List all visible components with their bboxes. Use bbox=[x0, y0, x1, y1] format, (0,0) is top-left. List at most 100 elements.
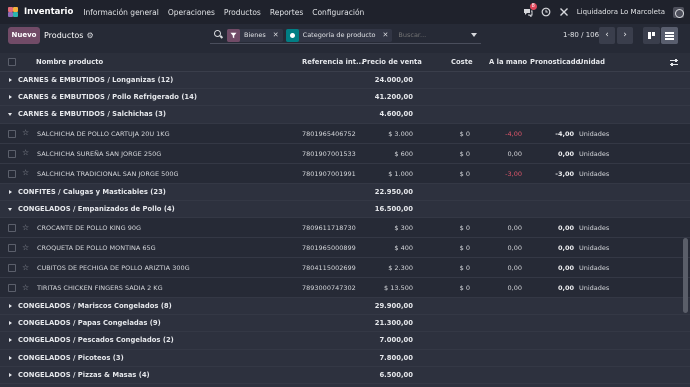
gear-icon[interactable]: ⚙ bbox=[86, 28, 93, 44]
caret-right-icon[interactable] bbox=[9, 95, 12, 100]
favorite-star-icon[interactable]: ☆ bbox=[22, 169, 30, 177]
scrollbar[interactable] bbox=[683, 238, 688, 313]
table-row[interactable]: ☆ SALCHICHA DE POLLO CARTUJA 20U 1KG 78019… bbox=[0, 123, 690, 144]
product-name: SALCHICHA SUREÑA SAN JORGE 250G bbox=[37, 149, 162, 158]
list-icon bbox=[665, 32, 674, 40]
group-label: CONGELADOS / Picoteos (3) bbox=[18, 353, 124, 362]
optional-columns-icon[interactable] bbox=[670, 59, 678, 66]
search-dropdown-toggle-icon[interactable] bbox=[471, 33, 477, 37]
caret-right-icon[interactable] bbox=[9, 355, 12, 360]
column-on-hand[interactable]: A la mano bbox=[489, 53, 527, 72]
column-reference[interactable]: Referencia int... bbox=[302, 53, 364, 72]
column-unit[interactable]: Unidad bbox=[578, 53, 605, 72]
activity-clock-icon[interactable] bbox=[541, 7, 551, 17]
group-row[interactable]: CARNES & EMBUTIDOS / Longanizas (12) 24.0… bbox=[0, 72, 690, 90]
table-row[interactable]: ☆ TIRITAS CHICKEN FINGERS SADIA 2 KG 78930… bbox=[0, 278, 690, 298]
group-row[interactable]: CONGELADOS / Picoteos (3) 7.800,00 bbox=[0, 349, 690, 367]
menu-item-operaciones[interactable]: Operaciones bbox=[168, 8, 215, 17]
group-row[interactable]: CONGELADOS / Mariscos Congelados (8) 29.9… bbox=[0, 298, 690, 316]
row-checkbox[interactable] bbox=[8, 224, 16, 232]
table-row[interactable]: ☆ SALCHICHA TRADICIONAL SAN JORGE 500G 780… bbox=[0, 163, 690, 184]
group-row[interactable]: CONGELADOS / Pescados Congelados (2) 7.00… bbox=[0, 332, 690, 350]
table-row[interactable]: ☆ CROQUETA DE POLLO MONTINA 65G 7801965000… bbox=[0, 238, 690, 258]
column-sale-price[interactable]: Precio de venta bbox=[362, 53, 422, 72]
group-row[interactable]: CONGELADOS / Pizzas & Masas (4) 6.500,00 bbox=[0, 366, 690, 384]
group-row[interactable]: CONFITES / Calugas y Masticables (23) 22.… bbox=[0, 183, 690, 201]
apps-menu-icon[interactable] bbox=[8, 7, 18, 17]
caret-right-icon[interactable] bbox=[9, 78, 12, 83]
search-input[interactable] bbox=[398, 31, 469, 39]
kanban-view-button[interactable] bbox=[643, 27, 660, 44]
favorite-star-icon[interactable]: ☆ bbox=[22, 243, 30, 252]
favorite-star-icon[interactable]: ☆ bbox=[22, 129, 30, 137]
product-forecast: -3,00 bbox=[555, 169, 574, 178]
favorite-star-icon[interactable]: ☆ bbox=[22, 149, 30, 157]
product-forecast: 0,00 bbox=[557, 264, 574, 272]
row-checkbox[interactable] bbox=[8, 264, 16, 272]
pager-next-button[interactable]: › bbox=[617, 27, 633, 44]
group-row[interactable]: CONGELADOS / Papas Congeladas (9) 21.300,… bbox=[0, 315, 690, 333]
row-checkbox[interactable] bbox=[8, 284, 16, 292]
product-name: SALCHICHA TRADICIONAL SAN JORGE 500G bbox=[37, 169, 179, 178]
group-label: CARNES & EMBUTIDOS / Pollo Refrigerado (… bbox=[18, 93, 197, 102]
new-button[interactable]: Nuevo bbox=[8, 27, 40, 44]
favorite-star-icon[interactable]: ☆ bbox=[22, 223, 30, 232]
company-switcher[interactable]: Liquidadora Lo Marcoleta bbox=[577, 8, 665, 16]
list-view-button[interactable] bbox=[661, 27, 678, 44]
caret-right-icon[interactable] bbox=[9, 372, 12, 377]
group-label: CARNES & EMBUTIDOS / Longanizas (12) bbox=[18, 76, 174, 85]
menu-item-informacion-general[interactable]: Información general bbox=[83, 8, 159, 17]
app-name[interactable]: Inventario bbox=[24, 7, 73, 17]
favorite-star-icon[interactable]: ☆ bbox=[22, 283, 30, 292]
group-label: CONFITES / Calugas y Masticables (23) bbox=[18, 187, 166, 196]
column-name[interactable]: Nombre producto bbox=[36, 53, 103, 72]
column-forecast[interactable]: Pronosticado bbox=[530, 53, 580, 72]
product-reference: 7893000747302 bbox=[302, 284, 356, 292]
product-name: SALCHICHA DE POLLO CARTUJA 20U 1KG bbox=[37, 129, 170, 138]
product-reference: 7801965406752 bbox=[302, 129, 356, 138]
table-row[interactable]: ☆ CROCANTE DE POLLO KING 90G 7809611718730… bbox=[0, 218, 690, 238]
group-total: 4.600,00 bbox=[379, 110, 413, 119]
tools-icon[interactable] bbox=[559, 7, 569, 17]
search-bar[interactable]: Bienes ✕ Categoría de producto ✕ bbox=[210, 27, 481, 44]
product-unit: Unidades bbox=[579, 284, 610, 292]
caret-right-icon[interactable] bbox=[9, 304, 12, 309]
control-panel: Nuevo Productos ⚙ Bienes ✕ Categoría de … bbox=[0, 24, 690, 48]
row-checkbox[interactable] bbox=[8, 244, 16, 252]
product-cost: $ 0 bbox=[459, 284, 470, 292]
caret-right-icon[interactable] bbox=[9, 321, 12, 326]
row-checkbox[interactable] bbox=[8, 149, 16, 158]
group-row[interactable]: CARNES & EMBUTIDOS / Salchichas (3) 4.600… bbox=[0, 106, 690, 124]
group-row[interactable]: CARNES & EMBUTIDOS / Pollo Refrigerado (… bbox=[0, 89, 690, 107]
remove-group-icon[interactable]: ✕ bbox=[383, 31, 389, 39]
table-row[interactable]: ☆ CUBITOS DE PECHIGA DE POLLO ARIZTIA 300… bbox=[0, 258, 690, 278]
product-on-hand: 0,00 bbox=[507, 284, 522, 292]
pager-previous-button[interactable]: ‹ bbox=[599, 27, 615, 44]
caret-down-icon[interactable] bbox=[8, 207, 12, 211]
caret-down-icon[interactable] bbox=[8, 113, 12, 117]
table-header: Nombre producto Referencia int... Precio… bbox=[0, 53, 690, 72]
caret-right-icon[interactable] bbox=[9, 189, 12, 194]
user-avatar[interactable] bbox=[673, 6, 684, 18]
product-unit: Unidades bbox=[579, 224, 610, 232]
remove-filter-icon[interactable]: ✕ bbox=[273, 31, 279, 39]
menu-item-productos[interactable]: Productos bbox=[224, 8, 261, 17]
favorite-star-icon[interactable]: ☆ bbox=[22, 263, 30, 272]
row-checkbox[interactable] bbox=[8, 169, 16, 178]
group-total: 22.950,00 bbox=[374, 187, 413, 196]
select-all-checkbox[interactable] bbox=[8, 58, 16, 66]
column-cost[interactable]: Coste bbox=[451, 53, 473, 72]
menu-item-reportes[interactable]: Reportes bbox=[270, 8, 303, 17]
group-row[interactable]: CONGELADOS / Empanizados de Pollo (4) 16.… bbox=[0, 200, 690, 218]
caret-right-icon[interactable] bbox=[9, 338, 12, 343]
search-icon[interactable] bbox=[214, 30, 224, 40]
chat-icon[interactable]: 8 bbox=[523, 3, 537, 18]
pager-value[interactable]: 1-80 / 106 bbox=[563, 28, 599, 43]
product-sale-price: $ 2.300 bbox=[388, 264, 413, 272]
row-checkbox[interactable] bbox=[8, 129, 16, 138]
product-name: CROCANTE DE POLLO KING 90G bbox=[37, 224, 142, 232]
product-sale-price: $ 400 bbox=[394, 244, 413, 252]
menu-item-configuracion[interactable]: Configuración bbox=[312, 8, 364, 17]
table-row[interactable]: ☆ SALCHICHA SUREÑA SAN JORGE 250G 78019070… bbox=[0, 143, 690, 164]
product-on-hand: 0,00 bbox=[507, 244, 522, 252]
